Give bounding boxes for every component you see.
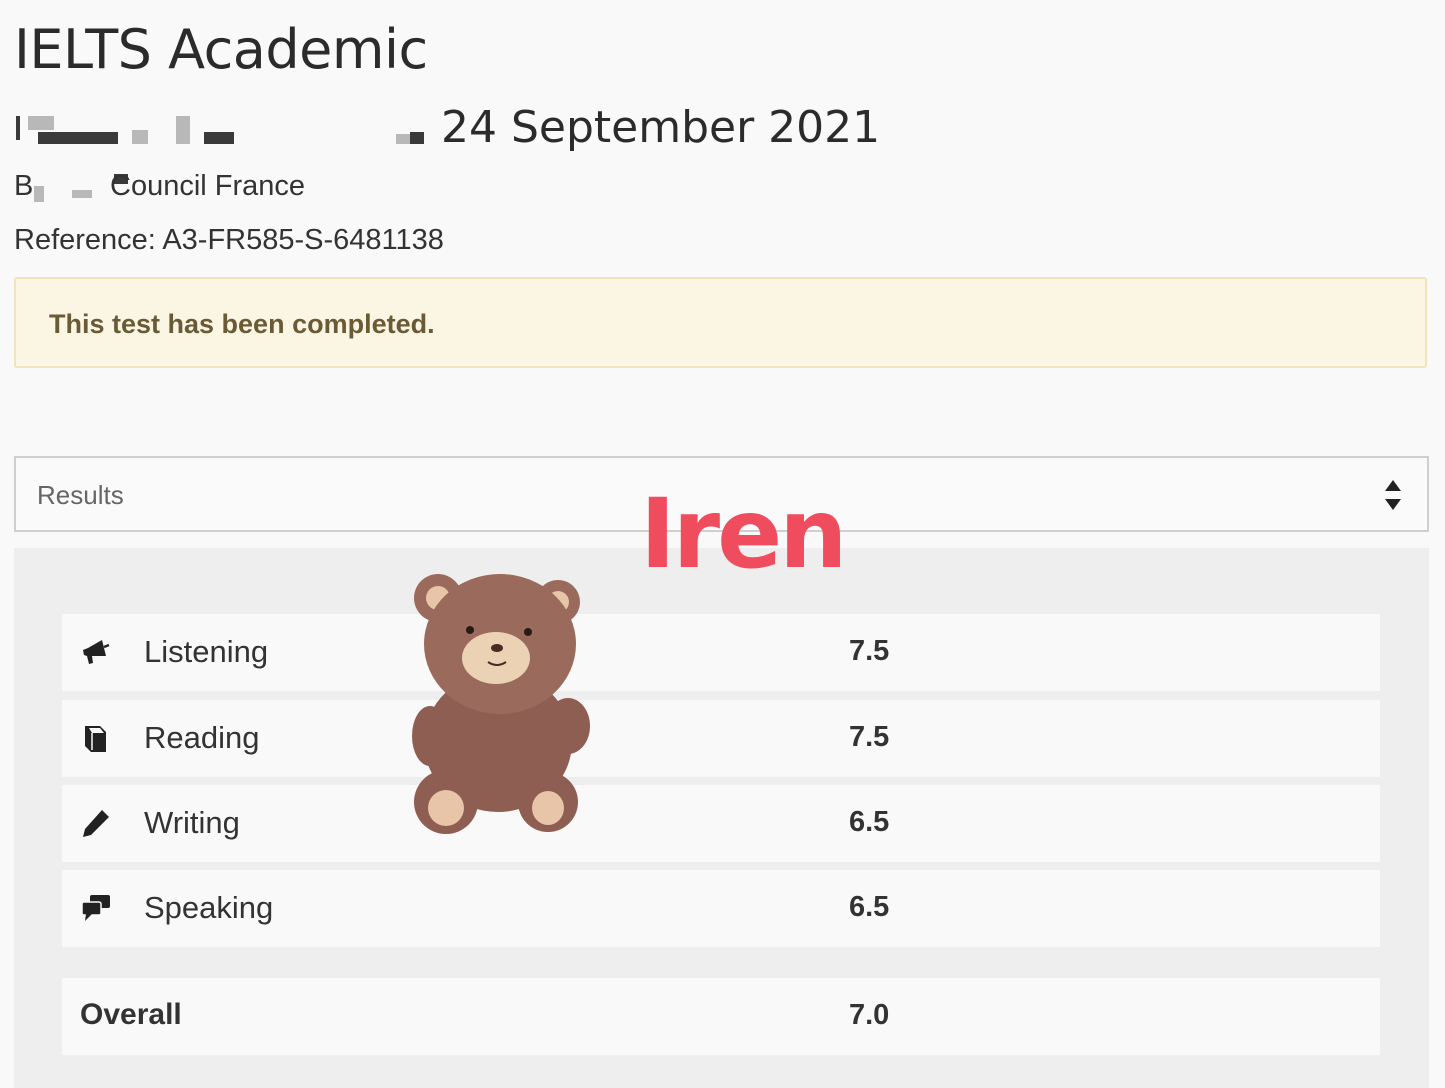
redaction-mark	[396, 134, 410, 144]
redaction-mark	[176, 116, 190, 144]
result-row-writing: Writing 6.5	[62, 785, 1380, 862]
result-label: Listening	[144, 634, 269, 669]
megaphone-icon	[83, 640, 110, 664]
test-centre: B Council France	[14, 170, 414, 210]
booking-reference: Reference: A3-FR585-S-6481138	[14, 224, 444, 256]
redaction-mark	[88, 132, 118, 144]
teddy-bear-sticker	[412, 574, 590, 834]
result-label: Speaking	[144, 890, 274, 925]
result-row-overall: Overall 7.0	[62, 978, 1380, 1055]
redaction-mark	[204, 132, 234, 144]
result-score: 7.5	[849, 721, 890, 753]
result-row-speaking: Speaking 6.5	[62, 870, 1380, 947]
redaction-mark	[132, 130, 148, 144]
select-value: Results	[37, 480, 124, 510]
result-row-reading: Reading 7.5	[62, 700, 1380, 777]
overall-label: Overall	[80, 998, 182, 1031]
page-title: IELTS Academic	[14, 18, 428, 81]
speech-bubbles-icon	[81, 895, 110, 921]
centre-name: Council France	[110, 170, 306, 202]
redaction-mark	[38, 132, 88, 144]
centre-name-prefix: B	[14, 170, 34, 202]
redaction-mark	[28, 116, 54, 130]
test-date: 24 September 2021	[441, 102, 881, 153]
overall-score: 7.0	[849, 999, 890, 1031]
result-score: 6.5	[849, 806, 890, 838]
alert-message: This test has been completed.	[49, 309, 435, 339]
redaction-mark	[410, 132, 424, 144]
result-score: 7.5	[849, 635, 890, 667]
completion-alert: This test has been completed.	[14, 277, 1427, 368]
result-row-listening: Listening 7.5	[62, 614, 1380, 691]
redaction-mark	[16, 116, 20, 140]
redaction-mark	[34, 186, 44, 202]
up-down-arrows-icon	[1385, 480, 1401, 510]
book-icon	[85, 726, 106, 752]
pencil-icon	[83, 810, 109, 837]
result-score: 6.5	[849, 891, 890, 923]
redaction-mark	[72, 190, 92, 198]
result-label: Writing	[144, 805, 240, 840]
result-label: Reading	[144, 720, 260, 755]
results-panel: Listening 7.5 Reading 7.5 Writing 6.5 Sp…	[14, 548, 1429, 1088]
name-watermark: Iren	[640, 478, 848, 590]
test-date-line: 24 September 2021	[14, 100, 914, 160]
